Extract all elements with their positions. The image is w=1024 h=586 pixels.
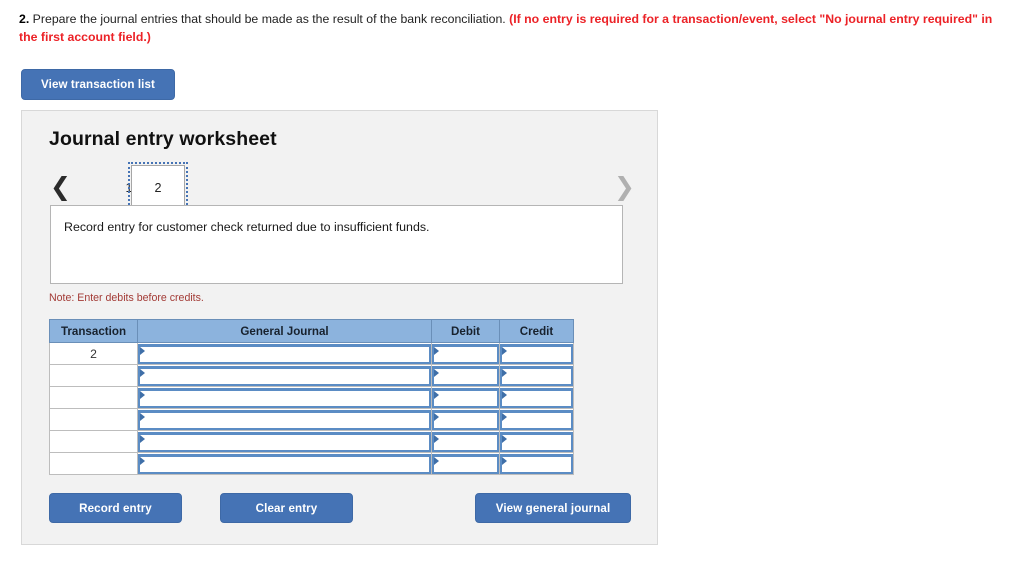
debit-input[interactable] [432, 365, 499, 386]
general-journal-select[interactable] [138, 431, 431, 452]
debit-input-cell[interactable] [431, 452, 500, 475]
table-header-row: Transaction General Journal Debit Credit [49, 319, 574, 343]
general-journal-select[interactable] [138, 365, 431, 386]
debit-input[interactable] [432, 431, 499, 452]
table-row [49, 452, 574, 475]
debit-input[interactable] [432, 453, 499, 474]
debit-input-cell[interactable] [431, 364, 500, 387]
question-text: Prepare the journal entries that should … [29, 12, 510, 26]
credit-input[interactable] [500, 365, 573, 386]
debit-input[interactable] [432, 387, 499, 408]
column-header-debit: Debit [431, 319, 500, 343]
general-journal-select-cell[interactable] [137, 452, 432, 475]
credit-input[interactable] [500, 387, 573, 408]
view-transaction-list-button[interactable]: View transaction list [21, 69, 175, 100]
record-entry-button[interactable]: Record entry [49, 493, 182, 523]
table-row [49, 386, 574, 409]
general-journal-select-cell[interactable] [137, 364, 432, 387]
entry-description-text: Record entry for customer check returned… [64, 220, 430, 234]
column-header-transaction: Transaction [49, 319, 138, 343]
table-row [49, 430, 574, 453]
credit-input-cell[interactable] [499, 364, 574, 387]
credit-input[interactable] [500, 431, 573, 452]
general-journal-select[interactable] [138, 409, 431, 430]
general-journal-select-cell[interactable] [137, 386, 432, 409]
page-title: Journal entry worksheet [49, 128, 277, 150]
transaction-number-cell: 2 [49, 342, 138, 365]
debits-before-credits-note: Note: Enter debits before credits. [49, 292, 204, 304]
credit-input-cell[interactable] [499, 386, 574, 409]
entry-description-box: Record entry for customer check returned… [50, 205, 623, 284]
journal-entry-table-body: 2 [49, 342, 574, 475]
journal-entry-worksheet-panel: Journal entry worksheet ❮ 1 2 ❯ Record e… [21, 110, 658, 545]
table-row [49, 364, 574, 387]
worksheet-tab-2[interactable]: 2 [128, 162, 188, 213]
debit-input[interactable] [432, 409, 499, 430]
general-journal-select[interactable] [138, 343, 431, 364]
debit-input[interactable] [432, 343, 499, 364]
transaction-number-cell [49, 386, 138, 409]
credit-input-cell[interactable] [499, 452, 574, 475]
transaction-number-cell [49, 408, 138, 431]
general-journal-select-cell[interactable] [137, 430, 432, 453]
general-journal-select[interactable] [138, 387, 431, 408]
debit-input-cell[interactable] [431, 430, 500, 453]
chevron-right-icon[interactable]: ❯ [614, 174, 635, 199]
credit-input-cell[interactable] [499, 430, 574, 453]
column-header-general-journal: General Journal [137, 319, 432, 343]
credit-input[interactable] [500, 343, 573, 364]
transaction-number-cell [49, 452, 138, 475]
general-journal-select-cell[interactable] [137, 408, 432, 431]
clear-entry-button[interactable]: Clear entry [220, 493, 353, 523]
table-row [49, 408, 574, 431]
credit-input[interactable] [500, 453, 573, 474]
credit-input[interactable] [500, 409, 573, 430]
transaction-number-cell [49, 430, 138, 453]
table-row: 2 [49, 342, 574, 365]
debit-input-cell[interactable] [431, 386, 500, 409]
column-header-credit: Credit [499, 319, 574, 343]
general-journal-select-cell[interactable] [137, 342, 432, 365]
transaction-number-cell [49, 364, 138, 387]
debit-input-cell[interactable] [431, 342, 500, 365]
question-number: 2. [19, 12, 30, 26]
chevron-left-icon[interactable]: ❮ [50, 174, 71, 199]
debit-input-cell[interactable] [431, 408, 500, 431]
credit-input-cell[interactable] [499, 408, 574, 431]
credit-input-cell[interactable] [499, 342, 574, 365]
view-general-journal-button[interactable]: View general journal [475, 493, 631, 523]
question-prompt: 2. Prepare the journal entries that shou… [19, 10, 1007, 46]
journal-entry-table: Transaction General Journal Debit Credit… [49, 319, 574, 475]
general-journal-select[interactable] [138, 453, 431, 474]
